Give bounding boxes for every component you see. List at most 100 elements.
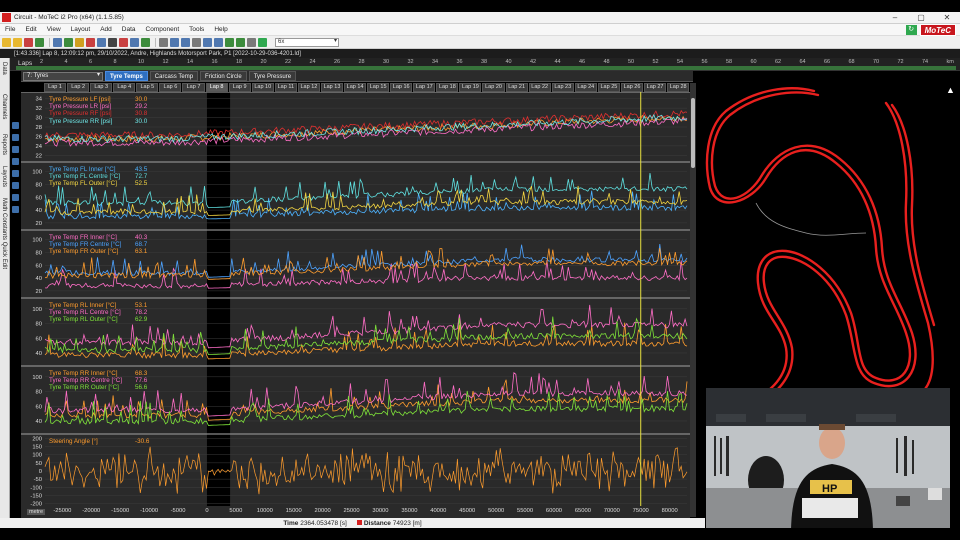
legend-entry[interactable]: Tyre Temp RL Outer [°C] 62.9 [49,316,147,323]
print-icon[interactable] [108,37,117,47]
save-icon[interactable] [53,37,62,47]
open-icon[interactable] [2,37,11,47]
menu-file[interactable]: File [0,26,20,33]
tab-data[interactable]: Data [1,62,7,75]
legend-entry[interactable]: Tyre Pressure RF [psi] 30.8 [49,110,147,117]
series-trace[interactable] [44,388,688,426]
lap-tab[interactable]: Lap 7 [182,83,205,92]
step-icon[interactable] [247,37,256,47]
menu-tools[interactable]: Tools [184,26,209,33]
worksheet-select[interactable]: 7: Tyres [23,71,103,81]
legend-entry[interactable]: Tyre Pressure LR [psi] 29.2 [49,103,147,110]
range-tool-icon[interactable] [12,194,19,201]
lap-tab[interactable]: Lap 8 [205,83,228,92]
tab-reports[interactable]: Reports [1,134,7,155]
lap-tab[interactable]: Lap 6 [159,83,182,92]
laps-overview-bar[interactable]: Laps 2 4 6 8 10 12 14 16 18 20 22 24 26 28 30 32 34 36 38 4… [0,58,960,71]
redo-icon[interactable] [214,37,223,47]
legend-entry[interactable]: Tyre Temp FL Inner [°C] 43.5 [49,166,147,173]
table-icon[interactable] [181,37,190,47]
menu-add[interactable]: Add [95,26,117,33]
lap-tab[interactable]: Lap 24 [574,83,597,92]
grid-icon[interactable] [159,37,168,47]
lap-tab[interactable]: Lap 1 [44,83,67,92]
add-icon[interactable] [35,37,44,47]
chart-icon[interactable] [170,37,179,47]
lap-tab[interactable]: Lap 11 [274,83,297,92]
menu-layout[interactable]: Layout [66,26,96,33]
time-distance-graphs[interactable]: 34 32 30 28 26 24 22 100 80 60 40 20 100 80 60 40 20 100 8… [21,92,690,517]
lap-tab[interactable]: Lap 12 [297,83,320,92]
lap-tab[interactable]: Lap 13 [320,83,344,92]
lap-tab[interactable]: Lap 16 [390,83,413,92]
refresh-icon[interactable]: ↻ [905,24,917,35]
minimize-button[interactable]: – [882,13,908,22]
cursor-icon[interactable] [236,37,245,47]
lap-tab[interactable]: Lap 14 [344,83,367,92]
scrollbar-thumb[interactable] [691,98,695,168]
laps-strip[interactable] [16,66,956,70]
legend-entry[interactable]: Steering Angle [°] -30.6 [49,438,149,445]
paste-icon[interactable] [141,37,150,47]
lap-tab[interactable]: Lap 25 [597,83,620,92]
series-trace[interactable] [44,322,688,360]
lap-tab[interactable]: Lap 3 [90,83,113,92]
menu-view[interactable]: View [42,26,66,33]
legend-entry[interactable]: Tyre Pressure LF [psi] 30.0 [49,96,147,103]
menu-help[interactable]: Help [209,26,232,33]
tab-carcass-temp[interactable]: Carcass Temp [149,71,199,81]
record-icon[interactable] [119,37,128,47]
lap-tab[interactable]: Lap 5 [136,83,159,92]
copy-icon[interactable] [130,37,139,47]
layout-icon[interactable] [97,37,106,47]
folder-icon[interactable] [13,37,22,47]
tab-tyre-pressure[interactable]: Tyre Pressure [248,71,297,81]
close-file-icon[interactable] [24,37,33,47]
lap-tab[interactable]: Lap 28 [667,83,690,92]
lap-tab[interactable]: Lap 22 [528,83,551,92]
lap-tab[interactable]: Lap 27 [644,83,667,92]
maximize-button[interactable]: ▢ [908,13,934,22]
lap-tab[interactable]: Lap 21 [505,83,528,92]
lap-tab[interactable]: Lap 17 [413,83,436,92]
tab-channels[interactable]: Channels [1,94,7,119]
overlay-tool-icon[interactable] [12,182,19,189]
menu-component[interactable]: Component [141,26,185,33]
marker-icon[interactable] [225,37,234,47]
export-tool-icon[interactable] [12,206,19,213]
lap-tab[interactable]: Lap 10 [251,83,274,92]
tab-friction-circle[interactable]: Friction Circle [200,71,247,81]
undo-icon[interactable] [203,37,212,47]
lap-tab[interactable]: Lap 4 [113,83,136,92]
lap-tab[interactable]: Lap 26 [620,83,644,92]
lap-tab[interactable]: Lap 20 [482,83,505,92]
zoom-select[interactable]: 6x [275,37,339,47]
tab-layouts[interactable]: Layouts [1,166,7,187]
marker-tool-icon[interactable] [12,170,19,177]
lap-tab[interactable]: Lap 19 [459,83,482,92]
lap-tab[interactable]: Lap 23 [551,83,574,92]
legend-entry[interactable]: Tyre Temp FL Outer [°C] 52.5 [49,180,147,187]
menu-data[interactable]: Data [117,26,141,33]
legend-entry[interactable]: Tyre Temp RR Inner [°C] 68.3 [49,370,147,377]
lap-tab[interactable]: Lap 9 [228,83,251,92]
pan-tool-icon[interactable] [12,146,19,153]
zoom-tool-icon[interactable] [12,134,19,141]
lap-tab[interactable]: Lap 18 [436,83,459,92]
menu-edit[interactable]: Edit [20,26,41,33]
x-axis-unit[interactable]: metre [27,509,46,515]
play-icon[interactable] [258,37,267,47]
zoom-icon[interactable] [192,37,201,47]
tab-math-constants[interactable]: Math Constants Quick Edit [1,198,7,269]
legend-entry[interactable]: Tyre Temp RR Outer [°C] 56.6 [49,384,147,391]
series-trace[interactable] [44,190,688,220]
pointer-tool-icon[interactable] [12,122,19,129]
lap-tab[interactable]: Lap 2 [67,83,90,92]
legend-entry[interactable]: Tyre Pressure RR [psi] 30.0 [49,118,147,125]
legend-entry[interactable]: Tyre Temp FR Inner [°C] 40.3 [49,234,147,241]
filter-icon[interactable] [64,37,73,47]
lap-tab[interactable]: Lap 15 [367,83,390,92]
legend-entry[interactable]: Tyre Temp RL Inner [°C] 53.1 [49,302,147,309]
delete-icon[interactable] [86,37,95,47]
legend-entry[interactable]: Tyre Temp FR Outer [°C] 63.1 [49,248,147,255]
